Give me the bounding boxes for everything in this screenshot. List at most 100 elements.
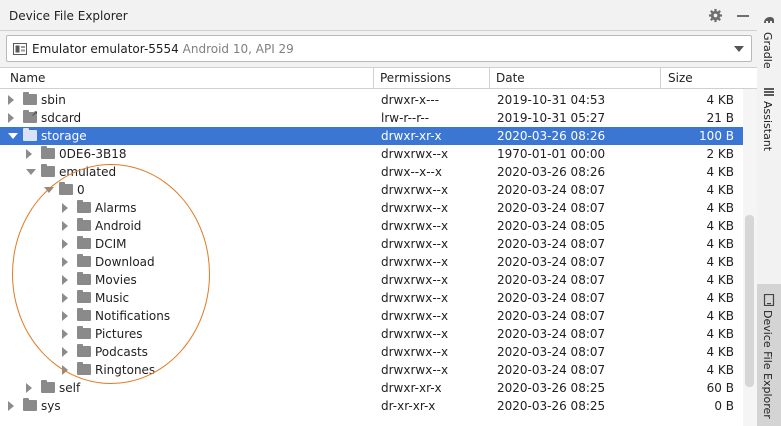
folder-link-icon: ↗	[23, 109, 38, 123]
row-name: Movies	[95, 273, 137, 287]
row-date: 2019-10-31 04:53	[497, 93, 606, 107]
scrollbar-thumb[interactable]	[745, 215, 754, 387]
row-name: 0	[77, 183, 85, 197]
row-permissions: drwxrwx--x	[381, 309, 449, 323]
chevron-right-icon[interactable]	[62, 275, 68, 285]
folder-icon	[77, 218, 91, 231]
row-permissions: drwxr-xr-x	[381, 381, 442, 395]
table-row[interactable]: storage drwxr-xr-x 2020-03-26 08:26 100 B	[0, 127, 743, 145]
tab-assistant[interactable]: Assistant	[757, 80, 781, 154]
table-row[interactable]: Movies drwxrwx--x 2020-03-24 08:07 4 KB	[0, 271, 743, 289]
column-header-size[interactable]: Size	[668, 71, 693, 85]
table-row[interactable]: 0 drwxrwx--x 2020-03-24 08:07 4 KB	[0, 181, 743, 199]
table-row[interactable]: DCIM drwxrwx--x 2020-03-24 08:07 4 KB	[0, 235, 743, 253]
table-row[interactable]: Notifications drwxrwx--x 2020-03-24 08:07 4…	[0, 307, 743, 325]
table-row[interactable]: Download drwxrwx--x 2020-03-24 08:07 4 KB	[0, 253, 743, 271]
row-date: 2020-03-24 08:07	[497, 309, 606, 323]
table-row[interactable]: Ringtones drwxrwx--x 2020-03-24 08:07 4 KB	[0, 361, 743, 379]
table-row[interactable]: emulated drwx--x--x 2020-03-26 08:26 4 KB	[0, 163, 743, 181]
chevron-right-icon[interactable]	[8, 401, 14, 411]
minimize-icon[interactable]	[737, 15, 749, 17]
row-permissions: lrw-r--r--	[381, 111, 430, 125]
chevron-right-icon[interactable]	[62, 293, 68, 303]
row-permissions: drwxrwx--x	[381, 345, 449, 359]
chevron-right-icon[interactable]	[62, 311, 68, 321]
table-row[interactable]: Podcasts drwxrwx--x 2020-03-24 08:07 4 KB	[0, 343, 743, 361]
tab-gradle-label: Gradle	[761, 32, 774, 69]
table-row[interactable]: 0DE6-3B18 drwxrwx--x 1970-01-01 00:00 2 KB	[0, 145, 743, 163]
table-row[interactable]: Android drwxrwx--x 2020-03-24 08:05 4 KB	[0, 217, 743, 235]
row-permissions: drwxr-xr-x	[381, 129, 442, 143]
row-date: 1970-01-01 00:00	[497, 147, 606, 161]
row-permissions: drwxr-x---	[381, 93, 440, 107]
device-icon	[763, 294, 775, 306]
table-row[interactable]: sbin drwxr-x--- 2019-10-31 04:53 4 KB	[0, 91, 743, 109]
chevron-right-icon[interactable]	[62, 329, 68, 339]
column-header-name[interactable]: Name	[10, 71, 45, 85]
row-size: 21 B	[706, 111, 734, 125]
row-name: Android	[95, 219, 142, 233]
table-row[interactable]: Alarms drwxrwx--x 2020-03-24 08:07 4 KB	[0, 199, 743, 217]
row-name: self	[59, 381, 81, 395]
row-date: 2020-03-24 08:07	[497, 183, 606, 197]
row-name: DCIM	[95, 237, 127, 251]
chevron-right-icon[interactable]	[26, 383, 32, 393]
row-name: Alarms	[95, 201, 137, 215]
row-name: Music	[95, 291, 130, 305]
row-date: 2020-03-26 08:25	[497, 381, 606, 395]
device-label: Emulator emulator-5554 Android 10, API 2…	[32, 42, 294, 56]
chevron-right-icon[interactable]	[62, 221, 68, 231]
column-divider[interactable]	[373, 68, 374, 89]
chevron-down-icon[interactable]	[26, 169, 36, 175]
chevron-right-icon[interactable]	[62, 365, 68, 375]
column-header-permissions[interactable]: Permissions	[380, 71, 451, 85]
column-header-date[interactable]: Date	[496, 71, 525, 85]
folder-icon	[77, 254, 91, 267]
row-permissions: drwxrwx--x	[381, 237, 449, 251]
chevron-right-icon[interactable]	[62, 239, 68, 249]
row-size: 4 KB	[706, 237, 734, 251]
chevron-down-icon[interactable]	[44, 187, 54, 193]
folder-icon	[77, 200, 91, 213]
tab-device-file-explorer[interactable]: Device File Explorer	[757, 284, 781, 426]
tab-assistant-label: Assistant	[761, 101, 774, 152]
table-row[interactable]: Music drwxrwx--x 2020-03-24 08:07 4 KB	[0, 289, 743, 307]
gear-icon[interactable]	[708, 8, 723, 23]
row-name: storage	[41, 129, 87, 143]
right-tool-strip: Gradle Assistant Device File Explorer	[757, 0, 781, 426]
tab-gradle[interactable]: Gradle	[757, 0, 781, 76]
row-date: 2020-03-26 08:26	[497, 165, 606, 179]
row-permissions: dr-xr-xr-x	[381, 399, 436, 413]
column-divider[interactable]	[489, 68, 490, 89]
chevron-right-icon[interactable]	[8, 95, 14, 105]
table-row[interactable]: sys dr-xr-xr-x 2020-03-26 08:25 0 B	[0, 397, 743, 415]
row-permissions: drwxrwx--x	[381, 147, 449, 161]
chevron-right-icon[interactable]	[62, 347, 68, 357]
folder-icon	[59, 182, 73, 195]
row-size: 4 KB	[706, 93, 734, 107]
chevron-down-icon[interactable]	[734, 46, 744, 52]
table-row[interactable]: ↗ sdcard lrw-r--r-- 2019-10-31 05:27 21 B	[0, 109, 743, 127]
row-name: Notifications	[95, 309, 171, 323]
row-size: 4 KB	[706, 363, 734, 377]
chevron-right-icon[interactable]	[62, 203, 68, 213]
table-row[interactable]: self drwxr-xr-x 2020-03-26 08:25 60 B	[0, 379, 743, 397]
row-name: Podcasts	[95, 345, 148, 359]
device-bar: Emulator emulator-5554 Android 10, API 2…	[0, 31, 757, 67]
folder-icon	[77, 362, 91, 375]
row-permissions: drwxrwx--x	[381, 219, 449, 233]
gradle-icon	[764, 17, 774, 23]
chevron-right-icon[interactable]	[26, 149, 32, 159]
chevron-right-icon[interactable]	[62, 257, 68, 267]
device-name: Emulator emulator-5554	[32, 42, 179, 56]
chevron-down-icon[interactable]	[8, 133, 18, 139]
device-dropdown[interactable]: Emulator emulator-5554 Android 10, API 2…	[6, 35, 752, 62]
row-name: Ringtones	[95, 363, 156, 377]
row-size: 4 KB	[706, 327, 734, 341]
column-divider[interactable]	[660, 68, 661, 89]
table-row[interactable]: Pictures drwxrwx--x 2020-03-24 08:07 4 KB	[0, 325, 743, 343]
chevron-right-icon[interactable]	[8, 113, 14, 123]
folder-icon	[77, 326, 91, 339]
folder-icon	[23, 92, 37, 105]
row-permissions: drwxrwx--x	[381, 273, 449, 287]
